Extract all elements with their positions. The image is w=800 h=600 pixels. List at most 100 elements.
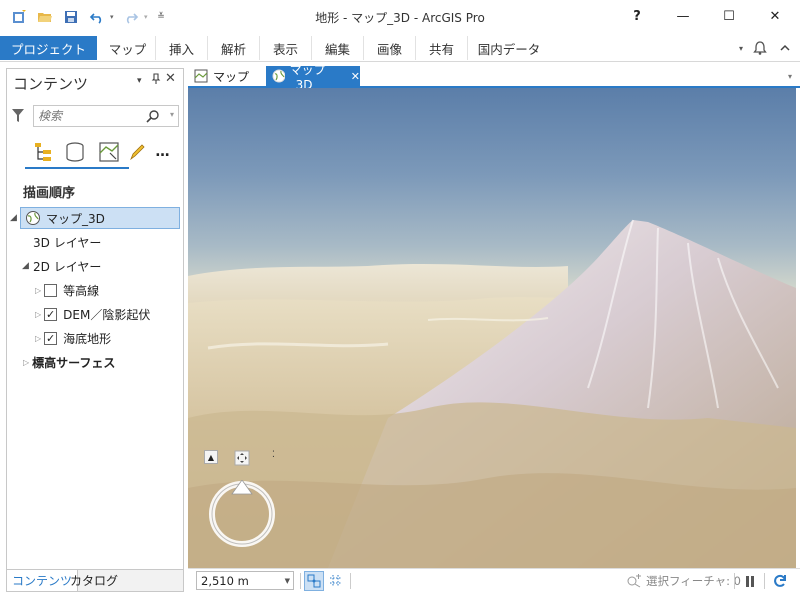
redo-icon [126,13,139,24]
scale-value: 2,510 m [201,573,249,588]
tab-map[interactable]: マップ [100,36,156,60]
tree-item-2d-layers[interactable]: 2D レイヤー [7,255,183,277]
doc-tab-label: マップ [213,69,250,84]
tree-item-map3d[interactable]: マップ_3D [20,207,180,229]
pause-icon [746,576,754,587]
save-project-button[interactable] [58,7,84,27]
list-by-data-source-button[interactable] [61,139,89,165]
tab-share[interactable]: 共有 [416,36,468,60]
database-icon [66,142,84,162]
layer-visibility-checkbox[interactable]: ✓ [44,331,58,345]
tab-domestic-data[interactable]: 国内データ [468,36,550,60]
pan-arrows-icon [234,450,250,466]
more-options-icon[interactable]: … [149,139,177,165]
folder-open-icon [38,13,52,22]
grid-button[interactable] [326,571,346,591]
tree-item-elevation-surfaces[interactable]: ▷ 標高サーフェス [7,351,183,373]
tree-item-layer[interactable]: ▷ ✓ 海底地形 [7,327,183,349]
pane-menu-icon[interactable]: ▾ [137,76,142,86]
list-by-drawing-order-button[interactable] [29,139,57,165]
drawing-order-icon [35,143,51,161]
maximize-button[interactable]: ☐ [706,0,752,32]
redo-button[interactable] [118,7,144,27]
pin-icon[interactable] [151,73,161,88]
close-pane-icon[interactable]: ✕ [165,71,176,86]
bell-icon [753,41,767,55]
list-by-selection-button[interactable] [95,139,123,165]
expand-layer-icon[interactable]: ▷ [35,286,41,295]
compass-icon [209,479,275,547]
refresh-icon [774,574,786,587]
tab-imagery[interactable]: 画像 [364,36,416,60]
close-tab-icon[interactable]: ✕ [351,70,360,83]
tab-project[interactable]: プロジェクト [0,36,97,60]
layer-visibility-checkbox[interactable]: ✓ [44,307,58,321]
map-view-3d[interactable]: ▲ ⁚ [188,88,796,568]
view-toolbar: … [23,139,173,169]
undo-button[interactable] [84,7,110,27]
expand-map-icon[interactable]: ◢ [10,213,17,223]
doc-tab-map[interactable]: マップ [192,66,264,86]
redo-dropdown-icon[interactable]: ▾ [144,13,154,21]
layer-name: 等高線 [63,283,100,298]
expand-layer-icon[interactable]: ▷ [35,310,41,319]
tab-list-icon[interactable]: ▾ [788,72,792,81]
tab-insert[interactable]: 挿入 [156,36,208,60]
tab-edit[interactable]: 編集 [312,36,364,60]
tab-catalog[interactable]: カタログ [65,570,123,591]
expand-layer-icon[interactable]: ▷ [35,334,41,343]
search-box[interactable]: ▾ [33,105,179,127]
tree-item-3d-layers[interactable]: 3D レイヤー [7,231,183,253]
scale-selector[interactable]: 2,510 m ▼ [196,571,294,590]
snapping-icon [307,574,321,588]
search-input[interactable] [38,108,138,124]
tree-item-layer[interactable]: ▷ 等高線 [7,279,183,301]
search-options-icon[interactable]: ▾ [170,110,174,119]
pause-drawing-button[interactable] [740,571,760,591]
globe-icon [272,69,285,83]
close-button[interactable]: ✕ [752,0,798,32]
collapse-ribbon-button[interactable] [776,38,794,58]
navigator-collapse-button[interactable]: ▲ [204,450,218,464]
status-separator [300,573,301,589]
layer-name: DEM／陰影起伏 [63,307,151,322]
search-icon[interactable] [146,109,160,126]
drawing-order-heading: 描画順序 [23,186,76,201]
filter-icon[interactable] [11,108,25,127]
navigator-options-icon[interactable]: ⁚ [272,450,275,460]
elevation-label: 標高サーフェス [32,355,116,370]
minimize-button[interactable]: — [660,0,706,32]
scale-dropdown-icon[interactable]: ▼ [285,577,290,585]
snapping-button[interactable] [304,571,324,591]
layer-name: 海底地形 [63,331,112,346]
new-project-button[interactable] [6,7,32,27]
layer-visibility-checkbox[interactable] [44,283,58,297]
status-bar: 2,510 m ▼ 選択フィーチャ: 0 [188,568,800,592]
list-by-editing-button[interactable] [123,139,151,165]
terrain-scene [188,219,796,568]
refresh-button[interactable] [770,571,790,591]
customize-qat-icon[interactable]: ≚ [154,12,168,22]
status-separator [764,573,765,589]
open-project-button[interactable] [32,7,58,27]
selection-features-icon [627,574,641,588]
selected-features-indicator[interactable]: 選択フィーチャ: 0 [626,573,741,589]
tree-item-layer[interactable]: ▷ ✓ DEM／陰影起伏 [7,303,183,325]
map-name-label: マップ_3D [46,211,105,226]
selected-features-label: 選択フィーチャ: 0 [646,574,742,588]
notifications-button[interactable] [750,38,770,58]
tab-view[interactable]: 表示 [260,36,312,60]
contents-pane-title: コンテンツ [13,75,89,93]
tool-active-indicator [25,167,129,169]
chevron-up-icon [780,44,790,51]
doc-tab-map3d[interactable]: マップ_3D ✕ [266,63,360,92]
expand-elevation-icon[interactable]: ▷ [23,358,29,367]
navigator-compass[interactable] [208,479,276,551]
full-control-button[interactable] [234,450,250,469]
tab-analysis[interactable]: 解析 [208,36,260,60]
grid-icon [330,575,342,587]
selection-icon [99,142,119,162]
ribbon-options-icon[interactable]: ▾ [734,38,748,58]
help-button[interactable]: ? [614,0,660,32]
undo-dropdown-icon[interactable]: ▾ [110,13,118,21]
